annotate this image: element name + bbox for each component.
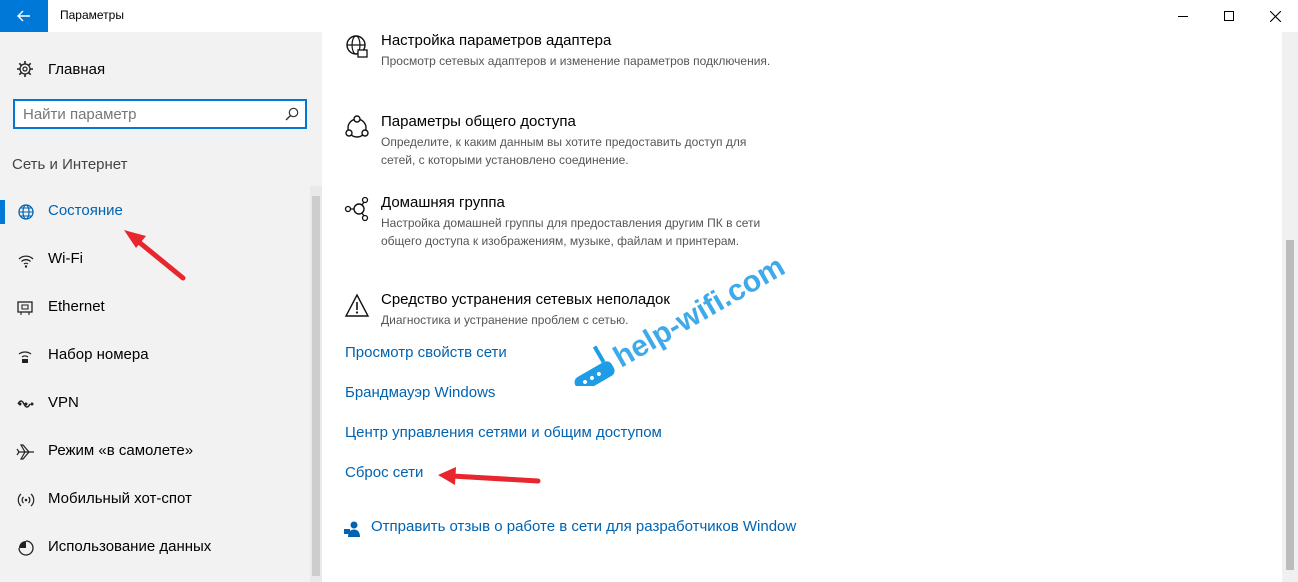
sidebar-item-wifi[interactable]: Wi-Fi — [0, 236, 310, 284]
gear-icon — [17, 61, 33, 77]
active-indicator — [0, 200, 5, 224]
maximize-icon — [1224, 11, 1234, 21]
sidebar-item-dialup[interactable]: Набор номера — [0, 332, 310, 380]
main-scrollbar-thumb[interactable] — [1286, 240, 1294, 570]
section-title: Сеть и Интернет — [12, 156, 128, 173]
sidebar-home[interactable]: Главная — [0, 52, 310, 86]
feedback-person-icon — [344, 521, 360, 537]
link-windows-firewall[interactable]: Брандмауэр Windows — [345, 384, 495, 401]
back-arrow-icon — [17, 10, 30, 22]
sidebar-item-label: Ethernet — [48, 298, 105, 315]
warning-icon — [344, 293, 370, 317]
homegroup-icon — [344, 196, 369, 222]
search-input[interactable] — [23, 105, 273, 123]
sidebar-item-vpn[interactable]: VPN — [0, 380, 310, 428]
minimize-button[interactable] — [1160, 0, 1206, 32]
globe-icon — [18, 204, 34, 220]
sidebar-scrollbar-thumb[interactable] — [312, 196, 320, 576]
setting-title: Настройка параметров адаптера — [381, 32, 612, 49]
setting-title: Домашняя группа — [381, 194, 505, 211]
sidebar-nav: Состояние Wi-Fi Ethernet Набор номера VP… — [0, 188, 310, 572]
dialup-icon — [18, 351, 32, 363]
sidebar-item-hotspot[interactable]: Мобильный хот-спот — [0, 476, 310, 524]
search-box[interactable] — [13, 99, 307, 129]
title-bar: Параметры — [0, 0, 1298, 32]
window-title: Параметры — [60, 8, 124, 22]
main-content: Настройка параметров адаптера Просмотр с… — [322, 32, 1282, 582]
sidebar-item-label: Состояние — [48, 202, 123, 219]
close-icon — [1269, 10, 1281, 22]
setting-adapter-options[interactable]: Настройка параметров адаптера Просмотр с… — [344, 32, 944, 102]
setting-description: Просмотр сетевых адаптеров и изменение п… — [381, 54, 771, 68]
sidebar-item-ethernet[interactable]: Ethernet — [0, 284, 310, 332]
feedback-label: Отправить отзыв о работе в сети для разр… — [371, 518, 797, 535]
close-button[interactable] — [1252, 0, 1298, 32]
sidebar-item-label: Wi-Fi — [48, 250, 83, 267]
sidebar-item-status[interactable]: Состояние — [0, 188, 310, 236]
hotspot-icon — [17, 493, 35, 507]
setting-title: Средство устранения сетевых неполадок — [381, 291, 670, 308]
setting-troubleshooter[interactable]: Средство устранения сетевых неполадок Ди… — [344, 291, 944, 341]
adapter-icon — [346, 35, 368, 58]
setting-description: Диагностика и устранение проблем с сетью… — [381, 313, 629, 327]
link-network-sharing-center[interactable]: Центр управления сетями и общим доступом — [345, 424, 662, 441]
sidebar-scrollbar[interactable] — [310, 186, 322, 582]
sidebar: Главная Сеть и Интернет Состояние Wi-Fi — [0, 32, 322, 582]
sidebar-item-data-usage[interactable]: Использование данных — [0, 524, 310, 572]
sidebar-item-label: Мобильный хот-спот — [48, 490, 192, 507]
setting-title: Параметры общего доступа — [381, 113, 576, 130]
setting-description: Настройка домашней группы для предоставл… — [381, 216, 761, 248]
sidebar-item-label: Набор номера — [48, 346, 149, 363]
vpn-icon — [17, 400, 34, 408]
back-button[interactable] — [0, 0, 48, 32]
main-scrollbar[interactable] — [1282, 32, 1298, 582]
sidebar-item-label: VPN — [48, 394, 79, 411]
setting-description: Определите, к каким данным вы хотите пре… — [381, 135, 747, 167]
maximize-button[interactable] — [1206, 0, 1252, 32]
sidebar-home-label: Главная — [48, 61, 106, 78]
setting-sharing-options[interactable]: Параметры общего доступа Определите, к к… — [344, 113, 944, 183]
sidebar-item-airplane[interactable]: Режим «в самолете» — [0, 428, 310, 476]
sidebar-item-label: Режим «в самолете» — [48, 442, 194, 459]
setting-homegroup[interactable]: Домашняя группа Настройка домашней групп… — [344, 194, 944, 274]
wifi-icon — [18, 255, 34, 268]
data-usage-icon — [18, 540, 34, 556]
sidebar-item-label: Использование данных — [48, 538, 212, 555]
ethernet-icon — [17, 301, 33, 315]
link-network-properties[interactable]: Просмотр свойств сети — [345, 344, 507, 361]
minimize-icon — [1178, 16, 1188, 17]
link-network-reset[interactable]: Сброс сети — [345, 464, 423, 481]
sharing-icon — [345, 115, 369, 138]
search-icon[interactable] — [285, 107, 299, 121]
airplane-icon — [16, 444, 34, 460]
